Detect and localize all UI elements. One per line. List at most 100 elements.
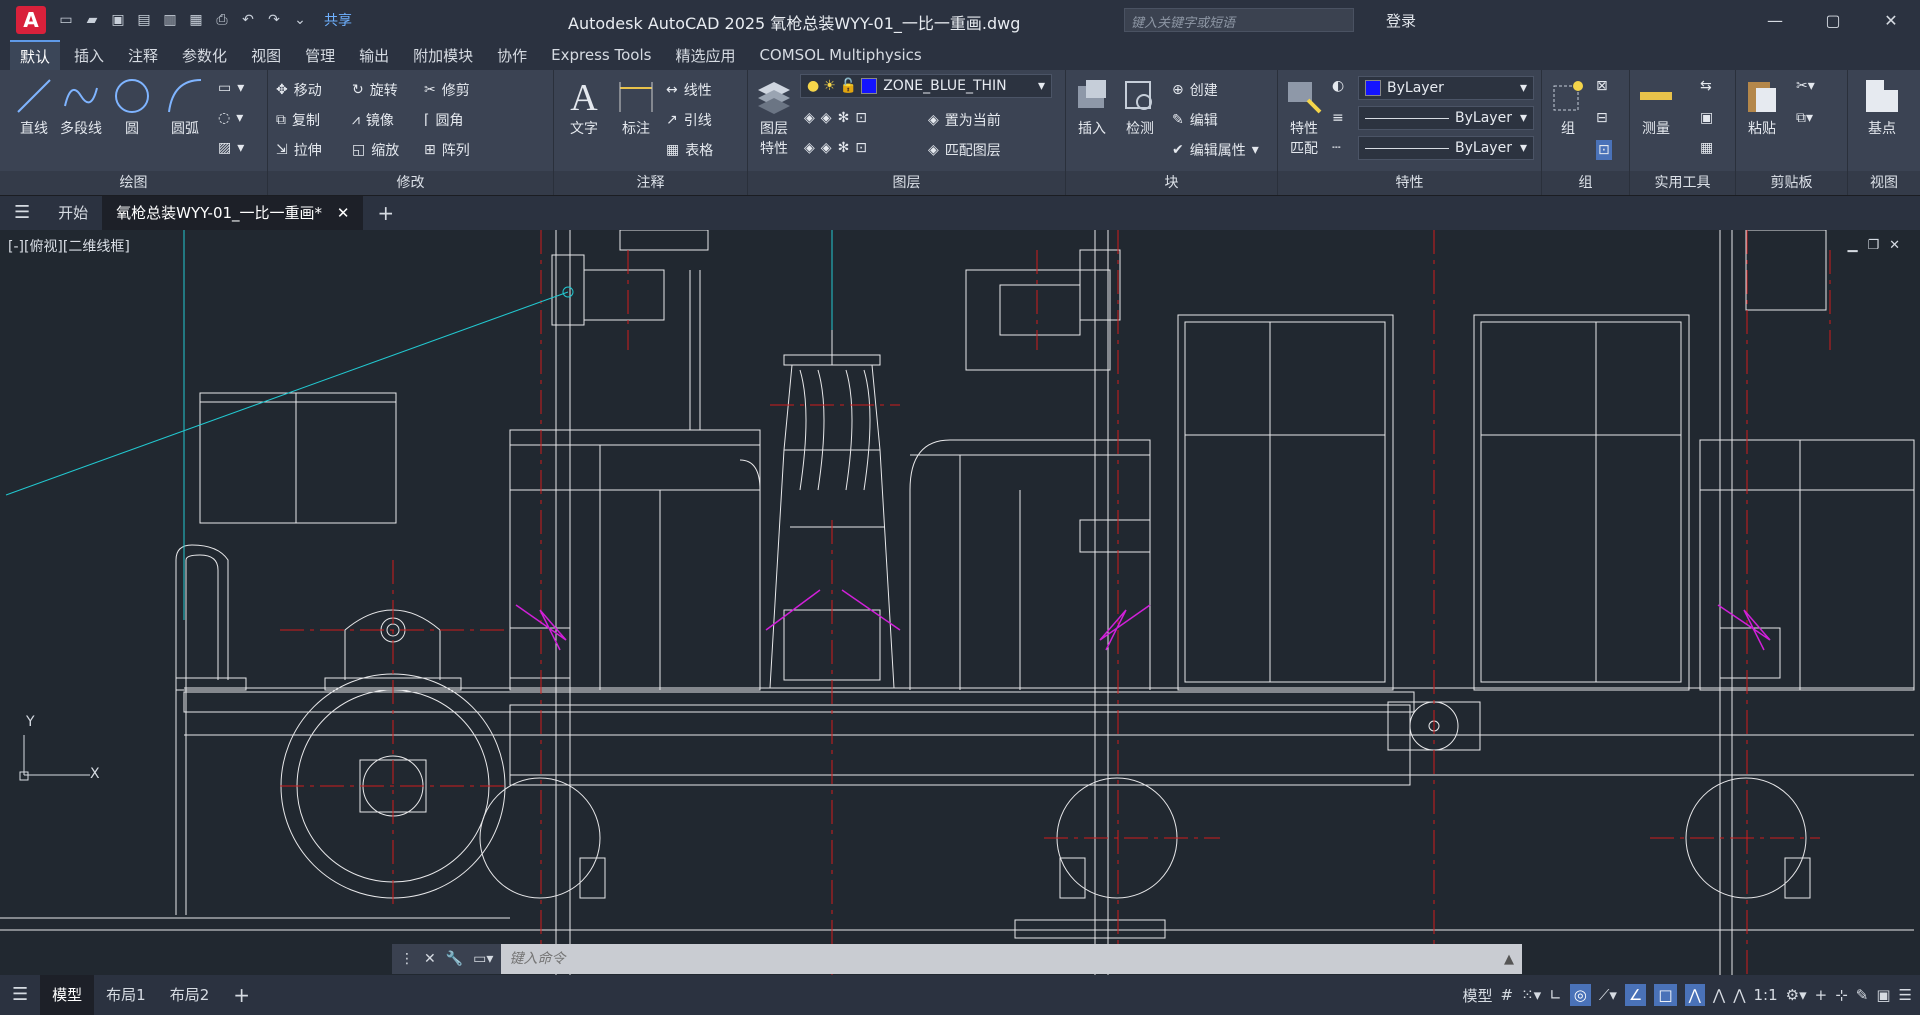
linetype-icon[interactable]: ┄ [1332, 140, 1340, 156]
isometric-icon[interactable]: ⟋▾ [1599, 986, 1617, 1004]
save-as-icon[interactable]: ▤ [134, 12, 154, 28]
isolate-objects-icon[interactable]: ▣ [1876, 986, 1890, 1004]
layer-unlock-icon[interactable]: ⊡ [855, 140, 867, 156]
copy-clip-icon[interactable]: ⧉▾ [1796, 110, 1813, 126]
tab-collaborate[interactable]: 协作 [487, 41, 537, 70]
open-folder-icon[interactable]: ▰ [82, 12, 102, 28]
color-dropdown[interactable]: ByLayer ▾ [1358, 76, 1534, 100]
customize-chevron-icon[interactable]: ⌄ [290, 12, 310, 28]
login-button[interactable]: 登录 [1386, 10, 1416, 31]
tab-view[interactable]: 视图 [241, 41, 291, 70]
tab-model[interactable]: 模型 [40, 975, 95, 1015]
block-panel-title[interactable]: 块 [1066, 171, 1277, 195]
copy-button[interactable]: ⧉ 复制 [276, 110, 320, 130]
array-button[interactable]: ⊞ 阵列 [424, 140, 470, 160]
quick-select-icon[interactable]: ⇆ [1700, 78, 1712, 94]
color-wheel-icon[interactable]: ◐ [1332, 78, 1344, 94]
layer-lock-icon[interactable]: ⊡ [855, 110, 867, 126]
layer-on-icon[interactable]: ◈ [804, 140, 815, 156]
annotation-panel-title[interactable]: 注释 [554, 171, 747, 195]
annotation-scale-icon[interactable]: ⋀ [1733, 986, 1745, 1004]
fillet-button[interactable]: ⌈ 圆角 [424, 110, 463, 130]
export-icon[interactable]: ▦ [186, 12, 206, 28]
insert-button[interactable]: 插入 [1072, 76, 1112, 138]
maximize-icon[interactable]: ▢ [1804, 0, 1862, 40]
scale-value[interactable]: 1:1 [1754, 986, 1778, 1004]
gradient-button[interactable]: ▨ ▾ [218, 140, 244, 156]
group-button[interactable]: 组 [1548, 76, 1588, 138]
rectangle-button[interactable]: ▭ ▾ [218, 80, 244, 96]
autocad-logo-icon[interactable]: A [16, 6, 46, 34]
inspect-button[interactable]: 检测 [1120, 76, 1160, 138]
base-point-button[interactable]: 基点 [1862, 76, 1902, 138]
layouts-menu-icon[interactable]: ☰ [0, 975, 40, 1015]
tab-featured-apps[interactable]: 精选应用 [665, 41, 745, 70]
group-panel-title[interactable]: 组 [1542, 171, 1629, 195]
tab-home[interactable]: 默认 [10, 39, 61, 71]
mirror-button[interactable]: ⩘ 镜像 [352, 110, 394, 130]
layers-panel-title[interactable]: 图层 [748, 171, 1065, 195]
close-tab-icon[interactable]: ✕ [337, 204, 350, 222]
print-icon[interactable]: ⎙ [212, 12, 232, 28]
table-button[interactable]: ▦ 表格 [666, 140, 713, 160]
auto-scale-icon[interactable]: ⋀ [1713, 986, 1725, 1004]
group-selection-icon[interactable]: ⊡ [1596, 140, 1612, 160]
view-panel-title[interactable]: 视图 [1848, 171, 1920, 195]
object-snap-icon[interactable]: □ [1654, 984, 1677, 1006]
hamburger-menu-icon[interactable]: ☰ [0, 196, 44, 230]
lineweight-icon[interactable]: ≡ [1332, 110, 1344, 126]
layer-dropdown[interactable]: ● ☀ 🔓 ZONE_BLUE_THIN ▾ [800, 74, 1052, 98]
calculator-icon[interactable]: ▦ [1700, 140, 1713, 156]
redo-icon[interactable]: ↷ [264, 12, 284, 28]
measure-button[interactable]: 测量 [1636, 76, 1676, 138]
layer-isolate-icon[interactable]: ◈ [821, 110, 832, 126]
hatch-button[interactable]: ◌ ▾ [218, 110, 243, 126]
lineweight-dropdown[interactable]: ByLayer ▾ [1358, 136, 1534, 160]
save-icon[interactable]: ▣ [108, 12, 128, 28]
snap-icon[interactable]: ⁙▾ [1521, 986, 1541, 1004]
undo-icon[interactable]: ↶ [238, 12, 258, 28]
workspace-gear-icon[interactable]: ⚙▾ [1786, 986, 1807, 1004]
ungroup-icon[interactable]: ⊠ [1596, 78, 1608, 94]
circle-button[interactable]: 圆 [112, 76, 152, 138]
tab-output[interactable]: 输出 [349, 41, 399, 70]
point-style-icon[interactable]: ▣ [1700, 110, 1713, 126]
layer-off-icon[interactable]: ◈ [804, 110, 815, 126]
tab-layout1[interactable]: 布局1 [94, 975, 158, 1015]
tab-comsol[interactable]: COMSOL Multiphysics [749, 42, 931, 68]
text-button[interactable]: A 文字 [564, 76, 604, 138]
drawing-canvas[interactable]: [-][俯视][二维线框] ▁ ❐ ✕ Y X [0, 230, 1920, 975]
tab-insert[interactable]: 插入 [64, 41, 114, 70]
clipboard-panel-title[interactable]: 剪贴板 [1736, 171, 1847, 195]
grid-icon[interactable]: # [1501, 986, 1514, 1004]
linetype-dropdown[interactable]: ByLayer ▾ [1358, 106, 1534, 130]
ortho-icon[interactable]: ∟ [1549, 986, 1562, 1004]
command-input[interactable] [501, 951, 1402, 967]
trim-button[interactable]: ✂ 修剪 [424, 80, 470, 100]
quick-properties-icon[interactable]: ✎ [1856, 986, 1869, 1004]
move-button[interactable]: ✥ 移动 [276, 80, 322, 100]
customize-status-icon[interactable]: ☰ [1899, 986, 1912, 1004]
match-layer-button[interactable]: ◈ 匹配图层 [928, 140, 1001, 160]
command-history-chevron-icon[interactable]: ▲ [1504, 952, 1514, 967]
annotation-monitor-icon[interactable]: + [1815, 986, 1828, 1004]
tab-addins[interactable]: 附加模块 [403, 41, 483, 70]
rotate-button[interactable]: ↻ 旋转 [352, 80, 398, 100]
object-snap-tracking-icon[interactable]: ∠ [1624, 984, 1647, 1006]
model-space-indicator[interactable]: 模型 [1463, 985, 1493, 1006]
annotation-visibility-icon[interactable]: ⋀ [1684, 984, 1705, 1006]
tab-manage[interactable]: 管理 [295, 41, 345, 70]
search-input[interactable]: 键入关键字或短语 [1124, 8, 1354, 32]
cut-icon[interactable]: ✂▾ [1796, 78, 1815, 94]
dimension-button[interactable]: 标注 [616, 76, 656, 138]
properties-panel-title[interactable]: 特性 [1278, 171, 1541, 195]
share-button[interactable]: 共享 [324, 10, 352, 30]
polar-tracking-icon[interactable]: ◎ [1569, 984, 1591, 1006]
edit-attributes-button[interactable]: ✔ 编辑属性 ▾ [1172, 140, 1259, 160]
minimize-icon[interactable]: — [1746, 0, 1804, 40]
set-current-button[interactable]: ◈ 置为当前 [928, 110, 1001, 130]
stretch-button[interactable]: ⇲ 拉伸 [276, 140, 322, 160]
layer-freeze-icon[interactable]: ✻ [838, 110, 850, 126]
tab-express-tools[interactable]: Express Tools [541, 42, 661, 68]
linear-button[interactable]: ↔ 线性 [666, 80, 712, 100]
